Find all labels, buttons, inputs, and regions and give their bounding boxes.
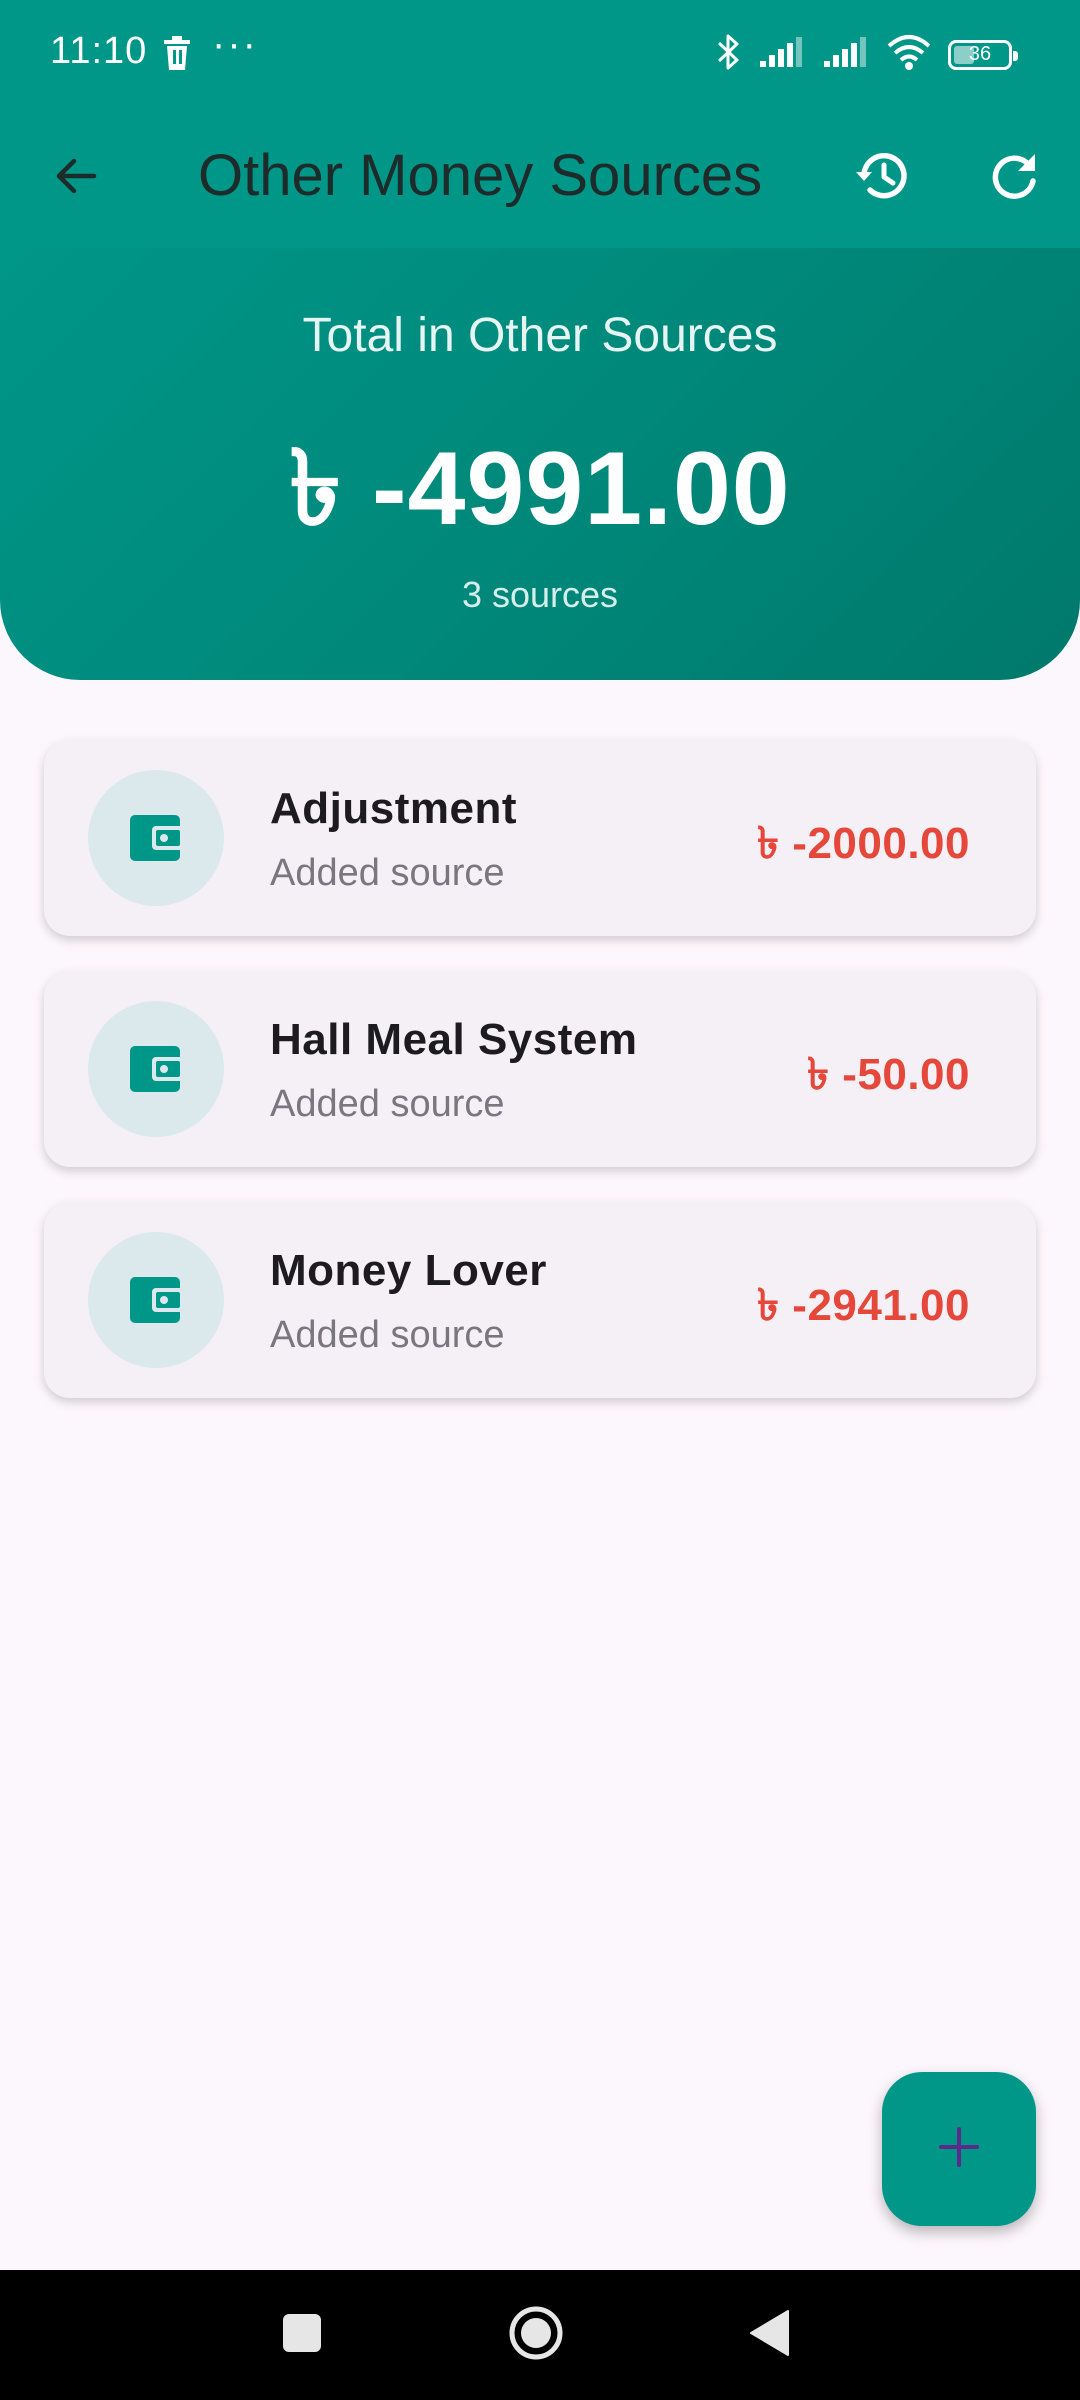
source-subtitle: Added source [270, 1314, 505, 1356]
trash-icon [162, 36, 192, 75]
source-amount: ৳ -50.00 [807, 1050, 970, 1099]
source-subtitle: Added source [270, 1083, 505, 1125]
recents-button[interactable] [262, 2295, 342, 2375]
more-icon: ··· [212, 22, 258, 66]
source-list: Adjustment Added source ৳ -2000.00 Hall … [44, 740, 1036, 1433]
source-card[interactable]: Adjustment Added source ৳ -2000.00 [44, 740, 1036, 936]
app-bar: Other Money Sources [0, 108, 1080, 248]
summary-source-count: 3 sources [461, 574, 619, 615]
bluetooth-icon [716, 32, 742, 77]
square-icon [282, 2313, 322, 2358]
refresh-button[interactable] [966, 130, 1062, 226]
source-card[interactable]: Hall Meal System Added source ৳ -50.00 [44, 971, 1036, 1167]
status-bar: 11:10 ··· 36 [0, 0, 1080, 108]
source-amount: ৳ -2941.00 [757, 1281, 970, 1330]
wallet-icon [88, 1232, 224, 1368]
refresh-icon [986, 148, 1042, 209]
summary-total-amount: ৳ -4991.00 [289, 431, 791, 547]
home-circle-icon [508, 2305, 564, 2366]
source-amount: ৳ -2000.00 [757, 819, 970, 868]
signal-icon [758, 35, 806, 74]
source-subtitle: Added source [270, 852, 505, 894]
source-name: Hall Meal System [270, 1015, 638, 1064]
plus-icon [937, 2125, 981, 2174]
history-icon [852, 146, 912, 211]
system-back-button[interactable] [730, 2295, 810, 2375]
status-time: 11:10 [50, 30, 148, 72]
add-source-button[interactable] [882, 2072, 1036, 2226]
total-summary-card: Total in Other Sources ৳ -4991.00 3 sour… [0, 248, 1080, 680]
source-name: Adjustment [270, 784, 517, 833]
wallet-icon [88, 1001, 224, 1137]
summary-label: Total in Other Sources [302, 309, 778, 362]
back-button[interactable] [28, 130, 124, 226]
history-button[interactable] [834, 130, 930, 226]
triangle-back-icon [748, 2309, 792, 2362]
source-card[interactable]: Money Lover Added source ৳ -2941.00 [44, 1202, 1036, 1398]
wifi-icon [886, 34, 932, 75]
battery-icon: 36 [948, 39, 1018, 70]
arrow-back-icon [52, 152, 100, 205]
home-button[interactable] [496, 2295, 576, 2375]
source-name: Money Lover [270, 1246, 547, 1295]
status-icons: 36 [716, 32, 1018, 77]
battery-level: 36 [968, 43, 992, 65]
wallet-icon [88, 770, 224, 906]
system-nav-bar [0, 2270, 1080, 2400]
page-title: Other Money Sources [198, 143, 763, 208]
signal-icon [822, 35, 870, 74]
